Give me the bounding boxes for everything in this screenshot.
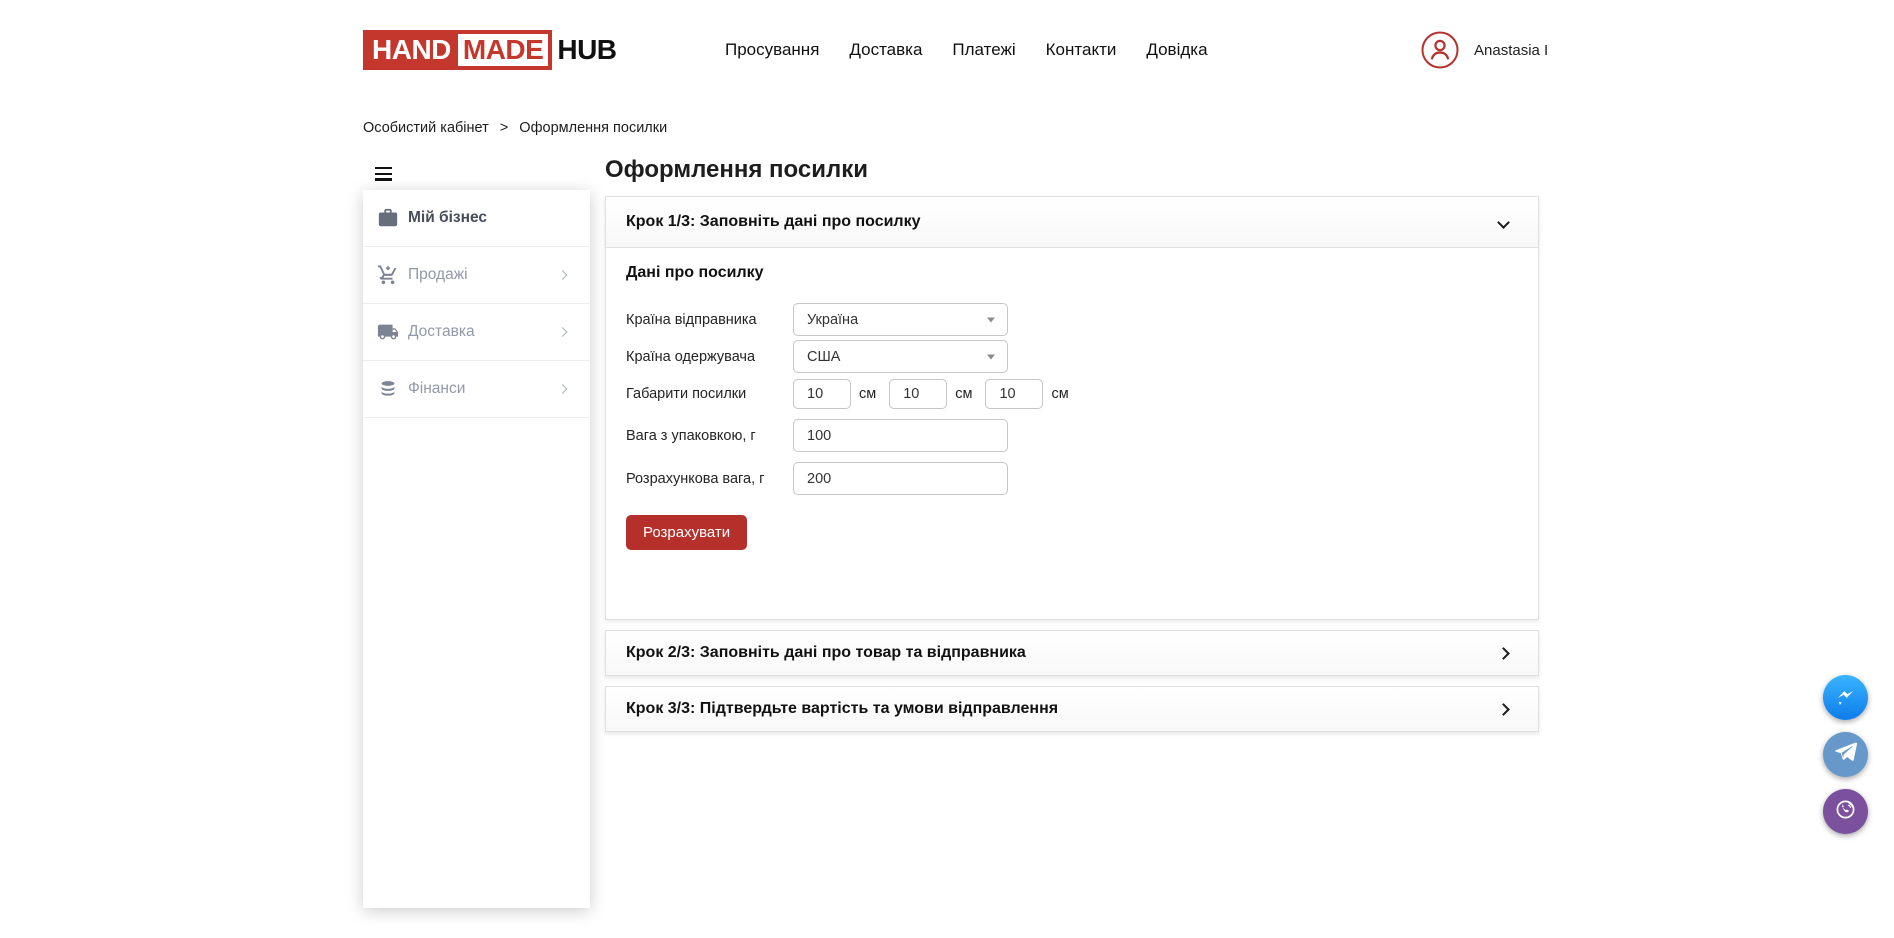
sidebar-item-sales[interactable]: Продажі [363,247,590,304]
unit-cm: см [1051,386,1068,402]
accordion-step1-title: Крок 1/3: Заповніть дані про посилку [626,213,921,231]
sidebar-toggle-icon[interactable] [375,167,392,184]
nav-item-help[interactable]: Довідка [1146,40,1207,60]
user-menu[interactable]: Anastasia I [1421,0,1548,100]
sidebar-item-label: Доставка [408,323,475,341]
viber-button[interactable] [1823,789,1868,834]
logo-hub: HUB [557,34,616,66]
dimension-height-input[interactable] [985,379,1043,409]
sender-country-value: Україна [807,312,858,328]
coins-icon [377,378,399,400]
logo-red-box: HAND MADE [363,30,552,70]
calc-weight-label: Розрахункова вага, г [626,471,793,487]
sidebar-item-my-business[interactable]: Мій бізнес [363,190,590,247]
telegram-icon [1833,739,1859,770]
calc-weight-input[interactable] [793,462,1008,495]
accordion-step1-body: Дані про посилку Країна відправника Укра… [605,248,1539,620]
select-arrow-icon [987,317,995,322]
chevron-right-icon [558,270,568,280]
recipient-country-label: Країна одержувача [626,349,793,365]
cart-icon [377,264,399,286]
dimensions-label: Габарити посилки [626,386,793,402]
recipient-country-select[interactable]: США [793,340,1008,373]
accordion-step2-title: Крок 2/3: Заповніть дані про товар та ві… [626,644,1026,662]
sidebar-item-delivery[interactable]: Доставка [363,304,590,361]
sidebar-item-label: Мій бізнес [408,209,487,227]
sender-country-select[interactable]: Україна [793,303,1008,336]
nav-item-promotion[interactable]: Просування [725,40,819,60]
sender-country-row: Країна відправника Україна [626,303,1008,336]
weight-row: Вага з упаковкою, г [626,419,1008,452]
user-avatar-icon [1421,31,1459,69]
recipient-country-value: США [807,349,840,365]
chevron-down-icon [1497,216,1510,229]
form-section-title: Дані про посилку [626,264,764,282]
unit-cm: см [955,386,972,402]
dimension-width-input[interactable] [889,379,947,409]
nav-item-delivery[interactable]: Доставка [849,40,922,60]
logo-made: MADE [458,34,548,66]
sidebar-item-finance[interactable]: Фінанси [363,361,590,418]
sender-country-label: Країна відправника [626,312,793,328]
viber-icon [1832,796,1859,828]
chevron-right-icon [558,384,568,394]
messenger-button[interactable] [1823,675,1868,720]
breadcrumb-current: Оформлення посилки [519,120,667,136]
weight-label: Вага з упаковкою, г [626,428,793,444]
breadcrumb: Особистий кабінет > Оформлення посилки [363,120,667,136]
user-name: Anastasia I [1474,42,1548,59]
accordion-step3-title: Крок 3/3: Підтвердьте вартість та умови … [626,700,1058,718]
sidebar-item-label: Фінанси [408,380,465,398]
briefcase-icon [377,207,399,229]
sidebar-item-label: Продажі [408,266,468,284]
calculate-button[interactable]: Розрахувати [626,515,747,550]
brand-logo[interactable]: HAND MADE HUB [363,30,617,70]
unit-cm: см [859,386,876,402]
nav-item-payments[interactable]: Платежі [952,40,1015,60]
top-navigation: Просування Доставка Платежі Контакти Дов… [725,0,1208,100]
breadcrumb-parent[interactable]: Особистий кабінет [363,120,489,136]
page-title: Оформлення посилки [605,156,868,184]
telegram-button[interactable] [1823,732,1868,777]
breadcrumb-separator: > [500,120,508,136]
logo-hand: HAND [372,34,451,66]
chevron-right-icon [1497,647,1510,660]
calc-weight-row: Розрахункова вага, г [626,462,1008,495]
accordion-step1-header[interactable]: Крок 1/3: Заповніть дані про посилку [605,196,1539,248]
accordion-step2-header[interactable]: Крок 2/3: Заповніть дані про товар та ві… [605,630,1539,676]
select-arrow-icon [987,354,995,359]
dimension-length-input[interactable] [793,379,851,409]
accordion-step3-header[interactable]: Крок 3/3: Підтвердьте вартість та умови … [605,686,1539,732]
truck-icon [377,321,399,343]
chevron-right-icon [1497,703,1510,716]
chevron-right-icon [558,327,568,337]
sidebar: Мій бізнес Продажі Доставка Фінанс [363,190,590,908]
messenger-icon [1833,682,1859,713]
weight-input[interactable] [793,419,1008,452]
nav-item-contacts[interactable]: Контакти [1046,40,1117,60]
recipient-country-row: Країна одержувача США [626,340,1008,373]
dimensions-row: Габарити посилки см см см [626,379,1082,409]
